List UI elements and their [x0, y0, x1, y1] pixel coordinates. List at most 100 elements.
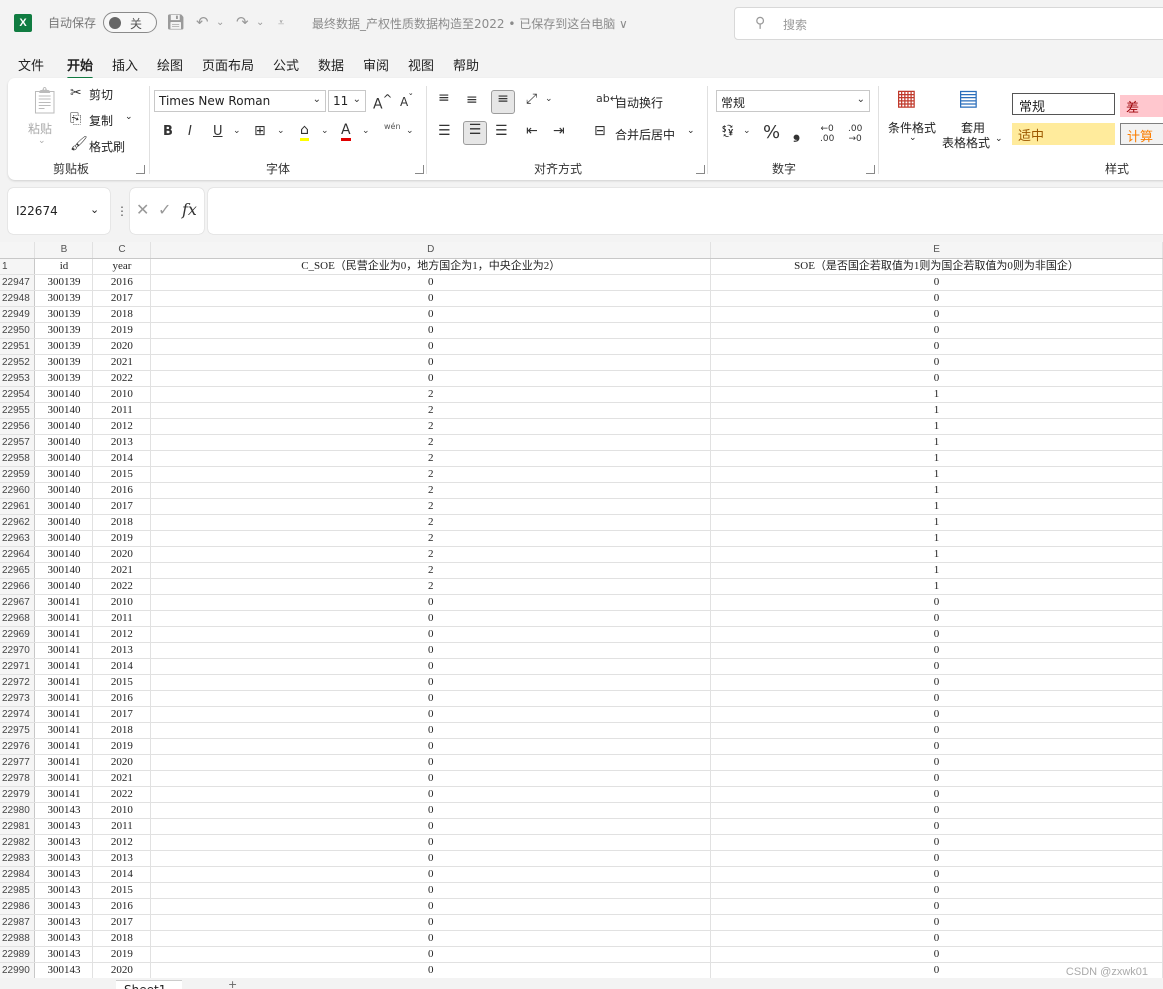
- row-header[interactable]: 22989: [0, 946, 36, 963]
- increase-font-size-icon[interactable]: A^: [373, 92, 392, 113]
- cell[interactable]: 2: [150, 530, 712, 547]
- cell[interactable]: 300140: [34, 530, 94, 547]
- cell[interactable]: 2022: [92, 578, 152, 595]
- cell[interactable]: 2: [150, 562, 712, 579]
- cell[interactable]: 300143: [34, 946, 94, 963]
- cell[interactable]: 300139: [34, 338, 94, 355]
- add-sheet-icon[interactable]: +: [228, 978, 237, 989]
- cell[interactable]: 2018: [92, 722, 152, 739]
- cell[interactable]: 1: [710, 546, 1163, 563]
- cell[interactable]: 0: [710, 290, 1163, 307]
- row-header[interactable]: 22985: [0, 882, 36, 899]
- cell[interactable]: 2019: [92, 322, 152, 339]
- cell[interactable]: 0: [710, 610, 1163, 627]
- redo-dropdown-icon[interactable]: ⌄: [256, 17, 264, 28]
- cell[interactable]: 2017: [92, 706, 152, 723]
- row-header[interactable]: 22949: [0, 306, 36, 323]
- style-calculation[interactable]: 计算: [1120, 123, 1163, 145]
- borders-icon[interactable]: ⊞: [254, 123, 266, 139]
- cell[interactable]: 300139: [34, 370, 94, 387]
- select-all-corner[interactable]: [0, 242, 36, 259]
- row-header[interactable]: 22954: [0, 386, 36, 403]
- cell[interactable]: 300141: [34, 674, 94, 691]
- font-launcher-icon[interactable]: [415, 165, 424, 174]
- merge-dropdown-icon[interactable]: ⌄: [687, 126, 695, 136]
- cell[interactable]: 300141: [34, 690, 94, 707]
- cell[interactable]: 300139: [34, 354, 94, 371]
- cell[interactable]: 2016: [92, 274, 152, 291]
- cell[interactable]: 0: [150, 866, 712, 883]
- cell[interactable]: 300143: [34, 866, 94, 883]
- cell[interactable]: 0: [150, 354, 712, 371]
- borders-dropdown-icon[interactable]: ⌄: [277, 126, 285, 136]
- cell[interactable]: 0: [150, 306, 712, 323]
- cell[interactable]: 1: [710, 498, 1163, 515]
- row-header[interactable]: 22965: [0, 562, 36, 579]
- cell[interactable]: 2011: [92, 818, 152, 835]
- cell[interactable]: 0: [710, 722, 1163, 739]
- row-header[interactable]: 22958: [0, 450, 36, 467]
- undo-icon[interactable]: ↶: [196, 13, 209, 31]
- cell[interactable]: 1: [710, 434, 1163, 451]
- cell[interactable]: 1: [710, 402, 1163, 419]
- cell[interactable]: 0: [150, 370, 712, 387]
- cell[interactable]: 300140: [34, 562, 94, 579]
- cell[interactable]: 0: [710, 306, 1163, 323]
- merge-center-button[interactable]: 合并后居中: [615, 126, 675, 143]
- conditional-dropdown-icon[interactable]: ⌄: [909, 133, 917, 143]
- cell[interactable]: 300139: [34, 274, 94, 291]
- cell[interactable]: 2018: [92, 930, 152, 947]
- cell[interactable]: 0: [710, 834, 1163, 851]
- cell[interactable]: 300140: [34, 418, 94, 435]
- align-left-icon[interactable]: ☰: [438, 123, 451, 139]
- row-header[interactable]: 22983: [0, 850, 36, 867]
- align-center-icon[interactable]: ☰: [463, 121, 487, 145]
- cut-button[interactable]: 剪切: [89, 86, 113, 103]
- column-header-d[interactable]: D: [150, 242, 712, 259]
- cell[interactable]: 0: [150, 290, 712, 307]
- currency-dropdown-icon[interactable]: ⌄: [743, 126, 751, 136]
- cell[interactable]: 300143: [34, 882, 94, 899]
- font-color-dropdown-icon[interactable]: ⌄: [362, 126, 370, 136]
- cell[interactable]: 300143: [34, 818, 94, 835]
- cell[interactable]: 0: [710, 850, 1163, 867]
- row-header[interactable]: 22978: [0, 770, 36, 787]
- cell[interactable]: 0: [150, 786, 712, 803]
- tab-help[interactable]: 帮助: [453, 55, 479, 74]
- cell[interactable]: 300141: [34, 706, 94, 723]
- row-header[interactable]: 22970: [0, 642, 36, 659]
- row-header[interactable]: 22986: [0, 898, 36, 915]
- row-header[interactable]: 22988: [0, 930, 36, 947]
- column-header-e[interactable]: E: [710, 242, 1163, 259]
- tab-page-layout[interactable]: 页面布局: [202, 55, 254, 74]
- tab-review[interactable]: 审阅: [363, 55, 389, 74]
- cell[interactable]: 0: [150, 834, 712, 851]
- header-cell[interactable]: year: [92, 258, 152, 275]
- cell[interactable]: 0: [150, 818, 712, 835]
- align-top-icon[interactable]: ≡: [438, 90, 450, 106]
- save-icon[interactable]: 💾︎: [166, 13, 185, 31]
- cell[interactable]: 2: [150, 578, 712, 595]
- cell[interactable]: 0: [150, 946, 712, 963]
- orientation-dropdown-icon[interactable]: ⌄: [545, 94, 553, 104]
- column-header-b[interactable]: B: [34, 242, 94, 259]
- cell[interactable]: 0: [710, 770, 1163, 787]
- bold-icon[interactable]: B: [163, 124, 173, 139]
- tab-draw[interactable]: 绘图: [157, 55, 183, 74]
- sheet-tab[interactable]: Sheet1: [116, 980, 182, 989]
- cell[interactable]: 0: [150, 850, 712, 867]
- cell[interactable]: 2: [150, 386, 712, 403]
- tab-formulas[interactable]: 公式: [273, 55, 299, 74]
- cell[interactable]: 2: [150, 402, 712, 419]
- percent-icon[interactable]: %: [763, 122, 780, 143]
- align-middle-icon[interactable]: ≡: [466, 92, 478, 108]
- row-header[interactable]: 22973: [0, 690, 36, 707]
- font-name-select[interactable]: Times New Roman ⌄: [154, 90, 326, 112]
- cell[interactable]: 0: [710, 914, 1163, 931]
- cell[interactable]: 300140: [34, 450, 94, 467]
- cell[interactable]: 2011: [92, 402, 152, 419]
- cell[interactable]: 2: [150, 498, 712, 515]
- cell[interactable]: 0: [150, 338, 712, 355]
- cell[interactable]: 1: [710, 386, 1163, 403]
- cell[interactable]: 2020: [92, 546, 152, 563]
